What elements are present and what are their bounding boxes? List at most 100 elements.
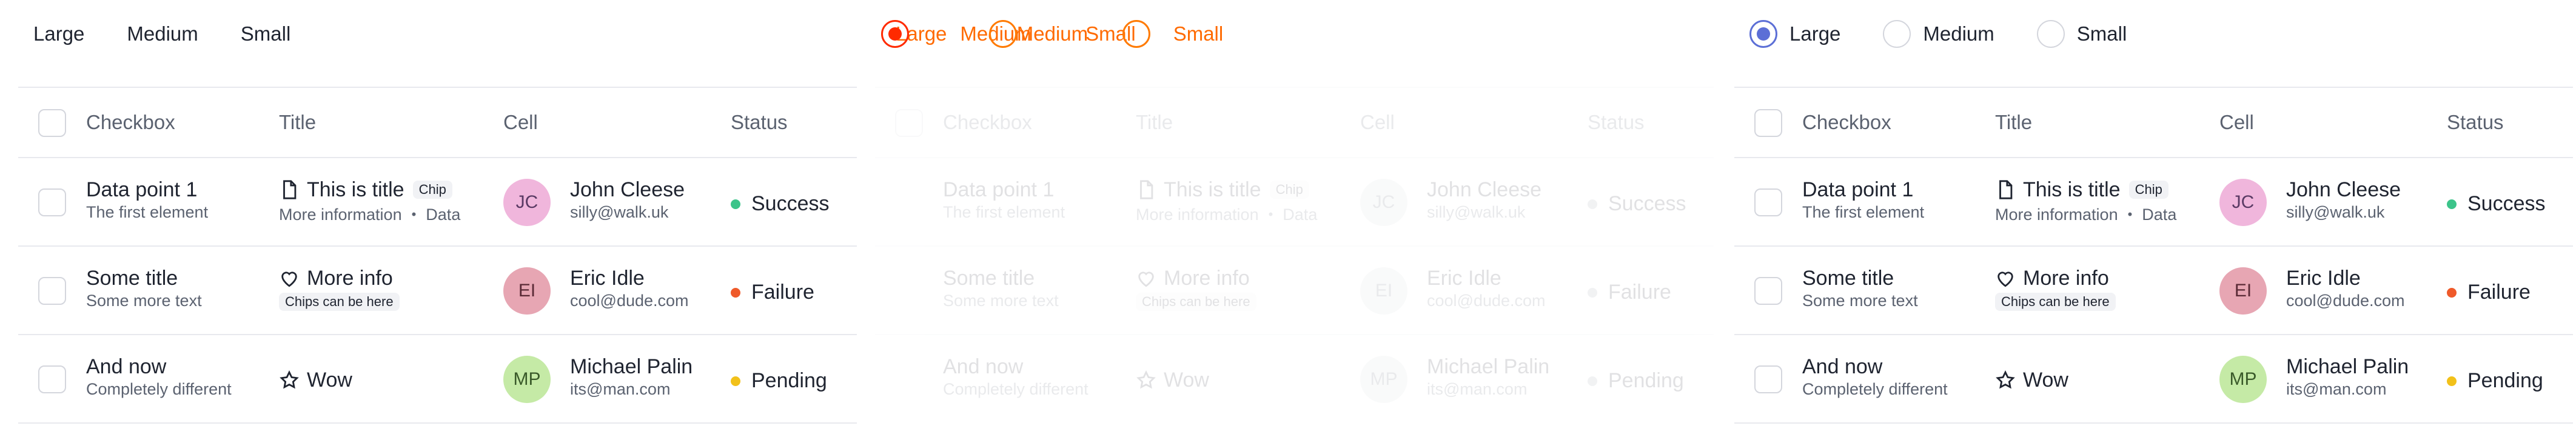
row-info-extra: Data	[1283, 205, 1318, 224]
radio-small-circle[interactable]	[1122, 20, 1150, 48]
row-title: More info	[2023, 267, 2109, 290]
avatar-initials: MP	[1370, 369, 1398, 389]
radio-large[interactable]: Large	[881, 20, 947, 48]
row-primary-text: And now	[1802, 355, 1883, 378]
row-title: Wow	[307, 368, 352, 392]
panel-faded: Large Medium Medium Small Small Checkbox…	[857, 0, 1716, 440]
avatar: EI	[1360, 267, 1407, 315]
row-secondary-text: Some more text	[86, 292, 202, 310]
radio-small[interactable]: Small	[241, 22, 291, 45]
row-checkbox[interactable]	[38, 365, 66, 393]
row-info: More information	[279, 205, 402, 224]
row-primary-text: Data point 1	[943, 178, 1055, 201]
person-email: silly@walk.uk	[1427, 203, 1526, 221]
table-header-row: Checkbox Title Cell Status	[875, 87, 1714, 157]
row-secondary-text: The first element	[86, 203, 209, 221]
radio-large-circle[interactable]	[1749, 20, 1777, 48]
row-checkbox[interactable]	[1754, 277, 1782, 305]
row-primary-text: Some title	[1802, 267, 1894, 290]
table-row[interactable]: Some title Some more text More info Chip…	[1734, 245, 2573, 334]
radio-small[interactable]: Small	[1122, 20, 1223, 48]
table-row[interactable]: Data point 1 The first element This is t…	[875, 157, 1714, 245]
row-primary-text: And now	[86, 355, 167, 378]
avatar-initials: EI	[1375, 281, 1393, 301]
table-row[interactable]: Data point 1 The first element This is t…	[1734, 157, 2573, 245]
panel-with-radios: Large Medium Small Checkbox Title Cell S…	[1716, 0, 2576, 440]
select-all-checkbox[interactable]	[895, 109, 923, 137]
select-all-checkbox[interactable]	[1754, 109, 1782, 137]
header-cell: Cell	[503, 111, 538, 133]
status-dot	[1588, 287, 1597, 298]
radio-medium[interactable]: Medium	[127, 22, 198, 45]
avatar-initials: EI	[2234, 281, 2252, 301]
person-name: John Cleese	[570, 178, 685, 201]
size-radio-group: Large Medium Medium Small Small	[881, 17, 1223, 51]
table-row[interactable]: And now Completely different Wow MP Mich…	[875, 334, 1714, 422]
status-label: Success	[2467, 192, 2546, 215]
table-row[interactable]: Data point 1 The first element This is t…	[18, 157, 857, 245]
person-info: Eric Idle cool@dude.com	[2286, 266, 2405, 311]
radio-medium[interactable]: Medium	[1883, 20, 1994, 48]
row-checkbox[interactable]	[1754, 365, 1782, 393]
checkbox-cell: And now Completely different	[1802, 355, 1948, 399]
select-all-checkbox[interactable]	[38, 109, 66, 137]
star-icon	[1136, 370, 1156, 389]
chip: Chip	[412, 181, 452, 199]
row-title: Wow	[2023, 368, 2068, 392]
radio-medium[interactable]: Medium Medium Small	[960, 20, 1136, 48]
row-info-extra: Data	[426, 205, 461, 224]
person-email: silly@walk.uk	[570, 203, 669, 221]
row-title: Wow	[1164, 368, 1209, 392]
person-info: John Cleese silly@walk.uk	[1427, 178, 1541, 222]
status-dot	[2447, 199, 2457, 209]
avatar: MP	[2219, 356, 2267, 403]
radio-label-medium-dup: Medium	[1016, 22, 1088, 45]
row-checkbox[interactable]	[1754, 188, 1782, 216]
row-primary-text: Some title	[86, 267, 178, 290]
radio-medium-circle[interactable]	[988, 20, 1017, 48]
radio-label-small: Small	[2076, 22, 2127, 45]
radio-medium-circle[interactable]	[1883, 20, 1911, 48]
row-info: More information	[1995, 205, 2118, 224]
checkbox-cell: Data point 1 The first element	[86, 178, 208, 222]
status-dot	[1588, 199, 1597, 209]
person-name: Michael Palin	[1427, 355, 1550, 378]
radio-large[interactable]: Large	[1749, 20, 1840, 48]
radio-label-large: Large	[1789, 22, 1841, 45]
status-cell: Success	[2447, 192, 2546, 216]
radio-small-circle[interactable]	[2036, 20, 2065, 48]
radio-large-circle[interactable]	[881, 20, 909, 48]
status-cell: Success	[1588, 192, 1686, 216]
row-primary-text: And now	[943, 355, 1024, 378]
row-secondary-text: Completely different	[86, 380, 232, 398]
radio-large[interactable]: Large	[33, 22, 84, 45]
table-row[interactable]: Some title Some more text More info Chip…	[18, 245, 857, 334]
table-row[interactable]: And now Completely different Wow MP Mich…	[1734, 334, 2573, 422]
person-email: cool@dude.com	[2286, 292, 2405, 310]
row-info-extra: Data	[2142, 205, 2177, 224]
status-label: Failure	[2467, 281, 2531, 304]
person-info: Michael Palin its@man.com	[570, 355, 693, 399]
avatar: JC	[1360, 179, 1407, 226]
radio-small[interactable]: Small	[2036, 20, 2127, 48]
header-status: Status	[731, 111, 788, 133]
person-name: Eric Idle	[570, 267, 645, 290]
status-label: Pending	[2467, 369, 2543, 392]
data-table: Checkbox Title Cell Status Data point 1 …	[875, 87, 1714, 422]
avatar-initials: JC	[515, 192, 538, 212]
row-primary-text: Data point 1	[86, 178, 198, 201]
table-row[interactable]: And now Completely different Wow MP Mich…	[18, 334, 857, 422]
checkbox-cell: And now Completely different	[943, 355, 1088, 399]
avatar-initials: MP	[513, 369, 541, 389]
row-title: This is title	[2023, 178, 2121, 201]
avatar-initials: MP	[2229, 369, 2257, 389]
row-checkbox[interactable]	[38, 277, 66, 305]
person-info: Eric Idle cool@dude.com	[1427, 266, 1546, 311]
avatar: JC	[2219, 179, 2267, 226]
status-cell: Failure	[2447, 281, 2531, 304]
table-row[interactable]: Some title Some more text More info Chip…	[875, 245, 1714, 334]
row-checkbox[interactable]	[38, 188, 66, 216]
person-email: cool@dude.com	[1427, 292, 1546, 310]
row-secondary-text: Completely different	[1802, 380, 1948, 398]
document-icon	[1140, 180, 1153, 199]
